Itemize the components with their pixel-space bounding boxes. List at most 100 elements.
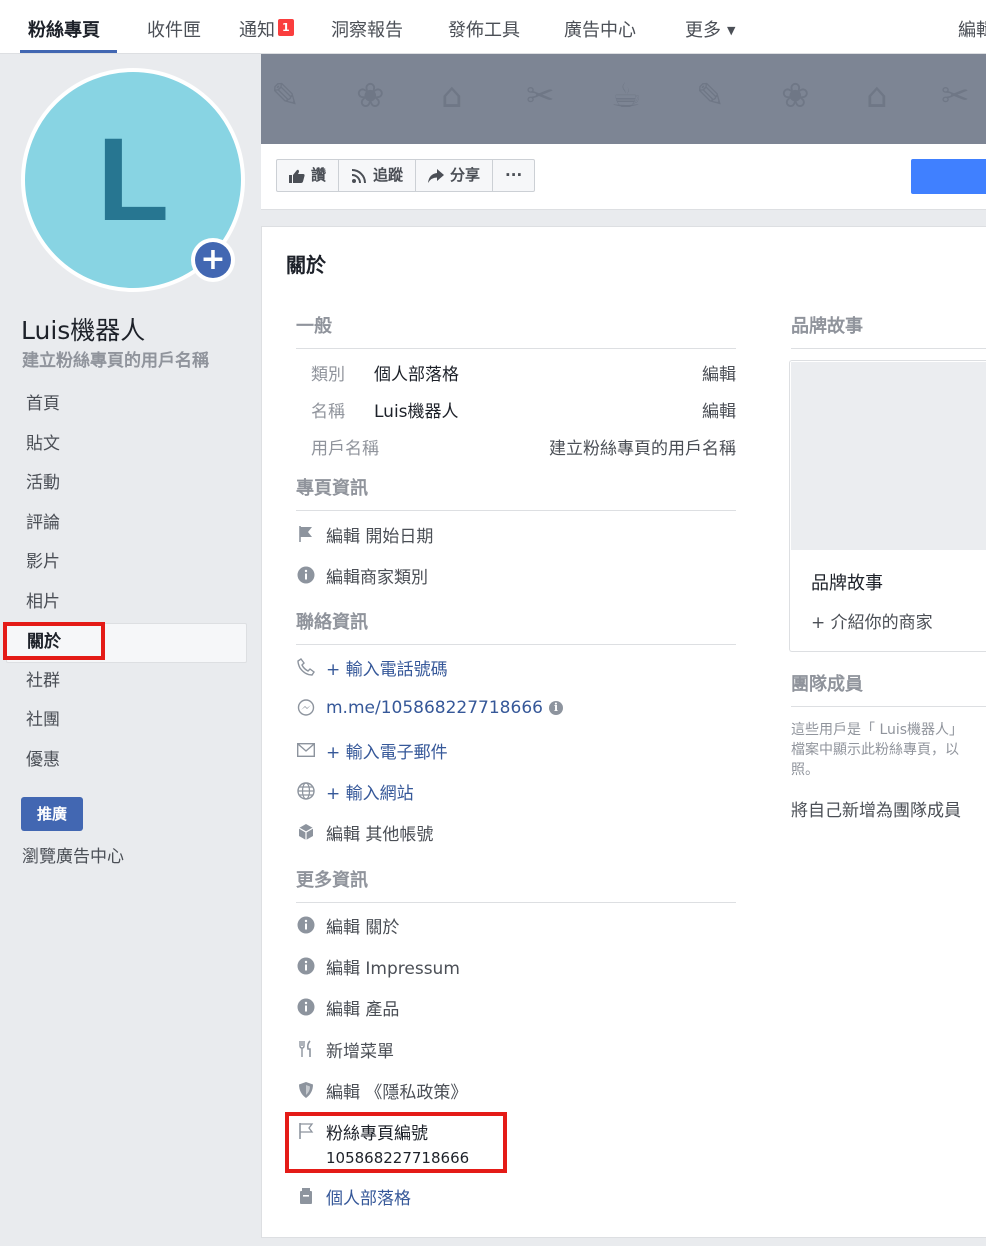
follow-label: 追蹤 xyxy=(373,166,404,184)
section-contact-heading: 聯絡資訊 xyxy=(296,608,736,645)
sidebar-nav: 首頁 貼文 活動 評論 影片 相片 關於 社群 社團 優惠 xyxy=(6,386,247,781)
cover-pattern-icon: ☕ xyxy=(611,76,642,116)
cover-pattern-icon: ✂ xyxy=(941,76,970,116)
sidebar-item-offers[interactable]: 優惠 xyxy=(6,742,247,782)
notification-count-badge: 1 xyxy=(278,19,294,36)
share-arrow-icon xyxy=(428,168,445,183)
edit-start-date-link[interactable]: 編輯 開始日期 xyxy=(326,522,433,547)
edit-business-category-link[interactable]: 編輯商家類別 xyxy=(326,563,428,588)
name-label: 名稱 xyxy=(311,402,345,422)
info-icon xyxy=(296,565,316,585)
active-tab-indicator xyxy=(20,50,117,53)
cover-photo[interactable]: ✎ ❀ ⌂ ✂ ☕ ✎ ❀ ⌂ ✂ xyxy=(261,54,986,144)
edit-privacy-policy-row[interactable]: 編輯 《隱私政策》 xyxy=(296,1078,467,1103)
sidebar-item-events[interactable]: 活動 xyxy=(6,465,247,505)
more-dots-icon: ··· xyxy=(505,166,523,184)
username-label: 用戶名稱 xyxy=(311,439,379,459)
team-desc-line: 照。 xyxy=(791,762,819,778)
promote-button[interactable]: 推廣 xyxy=(21,797,83,831)
brand-story-image-placeholder xyxy=(791,362,986,550)
like-label: 讚 xyxy=(311,166,327,184)
add-menu-row[interactable]: 新增菜單 xyxy=(296,1037,394,1062)
tab-notifications-label: 通知 xyxy=(239,20,275,41)
sidebar-item-community[interactable]: 社群 xyxy=(6,663,247,703)
edit-other-accounts-link[interactable]: 編輯 其他帳號 xyxy=(326,820,433,845)
edit-privacy-policy-link[interactable]: 編輯 《隱私政策》 xyxy=(326,1078,467,1103)
tab-inbox[interactable]: 收件匣 xyxy=(147,16,201,42)
cover-pattern-icon: ❀ xyxy=(781,76,810,116)
tab-publishing-tools[interactable]: 發佈工具 xyxy=(448,16,520,42)
edit-business-category-row[interactable]: 編輯商家類別 xyxy=(296,563,428,588)
info-icon[interactable]: i xyxy=(548,701,563,715)
add-email-link[interactable]: + 輸入電子郵件 xyxy=(326,738,448,763)
sidebar-item-videos[interactable]: 影片 xyxy=(6,544,247,584)
globe-icon xyxy=(296,781,316,801)
edit-about-row[interactable]: 編輯 關於 xyxy=(296,913,399,938)
tab-page[interactable]: 粉絲專頁 xyxy=(28,16,100,42)
introduce-business-link[interactable]: + 介紹你的商家 xyxy=(811,608,933,633)
cover-pattern-icon: ✂ xyxy=(526,76,555,116)
sidebar-item-posts[interactable]: 貼文 xyxy=(6,426,247,466)
team-members-description: 這些用戶是「 Luis機器人」 檔案中顯示此粉絲專頁，以 照。 xyxy=(791,720,986,784)
cover-pattern-icon: ✎ xyxy=(696,76,725,116)
share-label: 分享 xyxy=(450,166,481,184)
info-icon xyxy=(296,956,316,976)
add-phone-link[interactable]: + 輸入電話號碼 xyxy=(326,655,448,680)
sidebar-item-groups[interactable]: 社團 xyxy=(6,702,247,742)
add-phone-row[interactable]: + 輸入電話號碼 xyxy=(296,655,448,680)
share-button[interactable]: 分享 xyxy=(416,160,494,191)
edit-other-accounts-row[interactable]: 編輯 其他帳號 xyxy=(296,820,433,845)
category-value: 個人部落格 xyxy=(374,365,459,385)
section-page-info-heading: 專頁資訊 xyxy=(296,474,736,511)
edit-impressum-link[interactable]: 編輯 Impressum xyxy=(326,954,460,979)
edit-start-date-row[interactable]: 編輯 開始日期 xyxy=(296,522,433,547)
add-email-row[interactable]: + 輸入電子郵件 xyxy=(296,738,448,763)
envelope-icon xyxy=(296,740,316,760)
tab-notifications[interactable]: 通知 1 xyxy=(239,16,294,42)
about-highlight-box xyxy=(3,622,105,660)
section-more-info-heading: 更多資訊 xyxy=(296,866,736,903)
name-value: Luis機器人 xyxy=(374,402,459,422)
sidebar-item-home[interactable]: 首頁 xyxy=(6,386,247,426)
brand-story-title: 品牌故事 xyxy=(811,573,883,594)
like-button[interactable]: 讚 xyxy=(277,160,340,191)
flag-icon xyxy=(296,524,316,544)
personal-blog-row[interactable]: 個人部落格 xyxy=(296,1184,411,1209)
tab-more[interactable]: 更多 ▼ xyxy=(685,16,735,42)
cube-icon xyxy=(296,822,316,842)
edit-impressum-row[interactable]: 編輯 Impressum xyxy=(296,954,460,979)
cover-pattern-icon: ⌂ xyxy=(866,76,888,116)
more-options-button[interactable]: ··· xyxy=(493,160,534,191)
page-action-bar: 讚 追蹤 分享 ··· xyxy=(261,144,986,210)
edit-products-row[interactable]: 編輯 產品 xyxy=(296,995,399,1020)
sidebar-item-photos[interactable]: 相片 xyxy=(6,584,247,624)
page-top-tabs: 粉絲專頁 收件匣 通知 1 洞察報告 發佈工具 廣告中心 更多 ▼ 編輯 xyxy=(0,0,986,54)
edit-category-link[interactable]: 編輯 xyxy=(702,360,736,385)
add-menu-link[interactable]: 新增菜單 xyxy=(326,1037,394,1062)
messenger-row[interactable]: m.me/105868227718666 i xyxy=(296,696,563,720)
create-username-action[interactable]: 建立粉絲專頁的用戶名稱 xyxy=(549,434,736,459)
ads-center-link[interactable]: 瀏覽廣告中心 xyxy=(22,842,124,867)
team-desc-line: 檔案中顯示此粉絲專頁，以 xyxy=(791,742,959,758)
edit-name-link[interactable]: 編輯 xyxy=(702,397,736,422)
add-website-link[interactable]: + 輸入網站 xyxy=(326,779,414,804)
tab-ad-center[interactable]: 廣告中心 xyxy=(564,16,636,42)
sidebar-item-reviews[interactable]: 評論 xyxy=(6,505,247,545)
tab-edit[interactable]: 編輯 xyxy=(958,16,986,42)
tab-insights[interactable]: 洞察報告 xyxy=(331,16,403,42)
create-username-link[interactable]: 建立粉絲專頁的用戶名稱 xyxy=(22,346,209,371)
follow-button[interactable]: 追蹤 xyxy=(339,160,417,191)
add-self-as-team-member-link[interactable]: 將自己新增為團隊成員 xyxy=(791,796,961,821)
action-button-group: 讚 追蹤 分享 ··· xyxy=(276,159,536,192)
cover-pattern-icon: ❀ xyxy=(356,76,385,116)
edit-products-link[interactable]: 編輯 產品 xyxy=(326,995,399,1020)
team-desc-line: 這些用戶是「 Luis機器人」 xyxy=(791,722,964,738)
info-icon xyxy=(296,997,316,1017)
profile-avatar[interactable]: L + xyxy=(21,68,245,292)
add-photo-button[interactable]: + xyxy=(191,238,235,282)
messenger-link[interactable]: m.me/105868227718666 xyxy=(326,698,543,718)
edit-about-link[interactable]: 編輯 關於 xyxy=(326,913,399,938)
personal-blog-link[interactable]: 個人部落格 xyxy=(326,1184,411,1209)
primary-cta-button[interactable] xyxy=(911,159,986,194)
add-website-row[interactable]: + 輸入網站 xyxy=(296,779,414,804)
